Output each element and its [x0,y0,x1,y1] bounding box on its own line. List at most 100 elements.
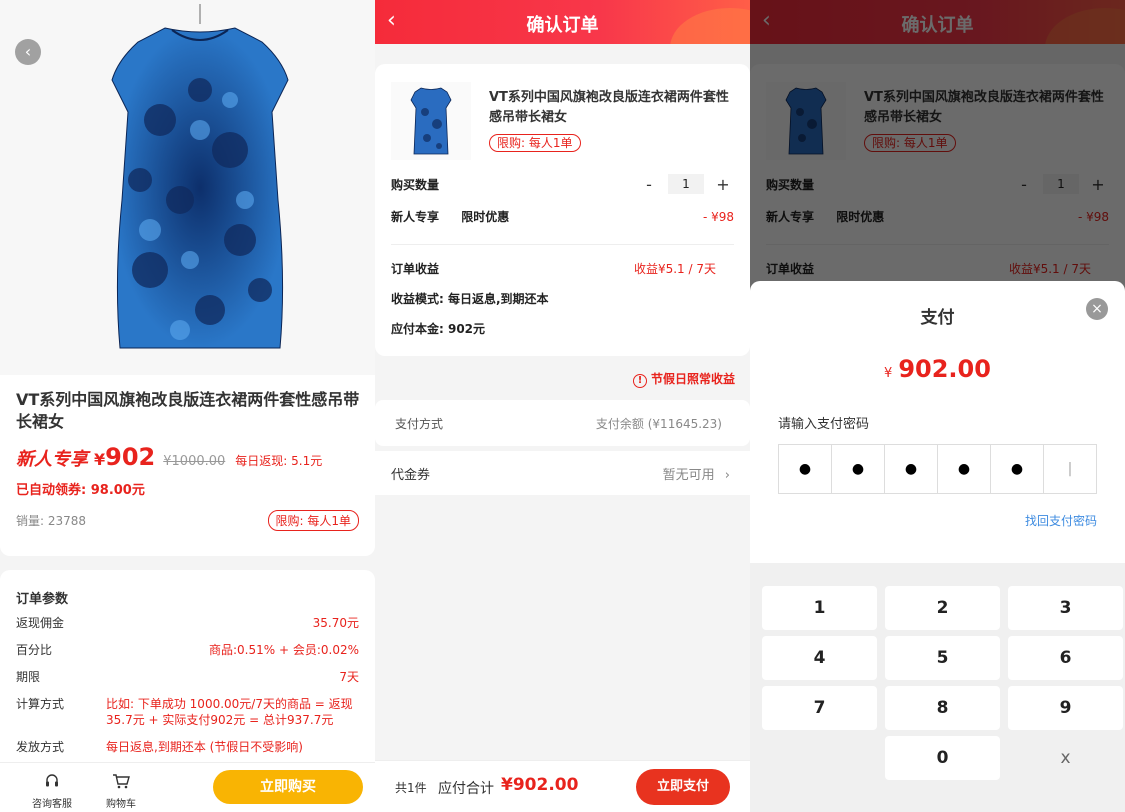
password-digit: ● [885,445,938,493]
income-label: 订单收益 [391,262,440,276]
password-digit: ● [991,445,1044,493]
key-3[interactable]: 3 [1008,586,1123,630]
product-title: VT系列中国风旗袍改良版连衣裙两件套性感吊带长裙女 [489,90,729,125]
daily-return: 每日返现: 5.1元 [235,454,323,468]
param-row: 百分比 商品:0.51% + 会员:0.02% [16,642,359,658]
param-row: 计算方式 比如: 下单成功 1000.00元/7天的商品 = 返现35.7元 +… [16,696,359,728]
principal: 应付本金: 902元 [391,322,486,336]
service-label: 咨询客服 [32,799,72,810]
service-button[interactable]: 咨询客服 [22,773,82,810]
original-price: ¥1000.00 [163,454,226,469]
discount-row: 新人专享 限时优惠 - ¥98 [391,208,734,225]
income-value: 收益¥5.1 / 7天 [633,262,716,276]
key-4[interactable]: 4 [762,636,877,680]
number-keypad: 1 2 3 4 5 6 7 8 9 0 x [750,563,1125,812]
password-digit: ● [779,445,832,493]
param-value: 每日返息,到期还本 (节假日不受影响) [106,740,303,754]
payment-amount: ¥902.00 [750,355,1125,383]
param-label: 百分比 [16,643,53,657]
key-0[interactable]: 0 [885,736,1000,780]
minus-button[interactable]: - [638,175,660,194]
order-card: VT系列中国风旗袍改良版连衣裙两件套性感吊带长裙女 限购: 每人1单 购买数量 … [375,64,750,356]
checkout-bar: 共1件 应付合计 ¥902.00 立即支付 [375,760,750,812]
holiday-note-text: 节假日照常收益 [650,372,735,386]
forgot-password-link[interactable]: 找回支付密码 [950,512,1097,529]
quantity-value[interactable]: 1 [668,174,704,194]
key-6[interactable]: 6 [1008,636,1123,680]
income-row: 订单收益 收益¥5.1 / 7天 [391,260,734,277]
income-mode-row: 收益模式: 每日返息,到期还本 [391,290,734,307]
key-9[interactable]: 9 [1008,686,1123,730]
buy-now-button[interactable]: 立即购买 [213,770,363,804]
sheet-title: 支付 [920,308,955,328]
pay-method-label: 支付方式 [395,416,444,431]
param-row: 返现佣金 35.70元 [16,615,359,631]
param-value: 比如: 下单成功 1000.00元/7天的商品 = 返现35.7元 + 实际支付… [106,697,353,727]
voucher-label: 代金券 [391,467,431,483]
limit-badge: 限购: 每人1单 [489,132,581,152]
key-7[interactable]: 7 [762,686,877,730]
quantity-label: 购买数量 [391,177,440,192]
payment-method-row[interactable]: 支付方式 支付余额 (¥11645.23) [375,400,750,446]
param-value: 35.70元 [312,616,359,630]
price-currency: ¥ [94,450,106,469]
price-value: 902 [105,443,156,471]
password-cursor: | [1067,461,1073,477]
bottom-action-bar: 咨询客服 购物车 立即购买 [0,762,375,812]
discount-label: 新人专享 [391,210,440,224]
param-label: 计算方式 [16,697,65,711]
password-input[interactable]: ● ● ● ● ● | [778,444,1097,494]
password-label: 请输入支付密码 [778,417,870,432]
principal-row: 应付本金: 902元 [391,320,734,337]
page-title: 确认订单 [526,15,599,36]
delete-key[interactable]: x [1008,736,1123,780]
income-mode: 收益模式: 每日返息,到期还本 [391,292,549,306]
product-thumbnail [391,82,471,160]
plus-button[interactable]: + [712,175,734,194]
sales-row: 销量: 23788 限购: 每人1单 [16,510,359,531]
param-value: 7天 [339,670,359,684]
key-1[interactable]: 1 [762,586,877,630]
cart-button[interactable]: 购物车 [91,773,151,810]
param-value: 商品:0.51% + 会员:0.02% [208,643,359,657]
limit-badge: 限购: 每人1单 [267,510,359,531]
password-digit: ● [832,445,885,493]
param-label: 发放方式 [16,740,65,754]
divider [391,244,734,245]
voucher-value-wrap: 暂无可用 › [663,464,730,483]
holiday-note: ! 节假日照常收益 [375,370,735,388]
key-8[interactable]: 8 [885,686,1000,730]
payment-screen: ‹ 确认订单 VT系列中国风旗袍改良版连衣裙两件套性感吊带长裙女 限购: 每人1… [750,0,1125,812]
amount-value: 902.00 [898,355,991,383]
key-2[interactable]: 2 [885,586,1000,630]
pay-method-value: 支付余额 (¥11645.23) [595,416,722,431]
voucher-value: 暂无可用 [662,467,715,483]
headset-icon [22,773,82,793]
price-row: 新人专享 ¥ 902 ¥1000.00 每日返现: 5.1元 [16,443,359,471]
new-user-badge: 新人专享 [16,449,88,470]
product-title: VT系列中国风旗袍改良版连衣裙两件套性感吊带长裙女 [16,390,360,431]
order-params-card: 订单参数 返现佣金 35.70元 百分比 商品:0.51% + 会员:0.02%… [0,570,375,770]
close-icon[interactable]: × [1086,298,1108,320]
param-row: 发放方式 每日返息,到期还本 (节假日不受影响) [16,739,359,755]
dress-photo [111,4,289,349]
limit-badge-label: 限购: 每人1单 [489,134,581,152]
amount-currency: ¥ [884,366,893,381]
param-label: 期限 [16,670,41,684]
total-label: 应付合计 [438,781,494,797]
product-detail-screen: ‹ VT系列中国风旗袍改良版连衣裙两件套性感吊带长裙女 新人专享 ¥ 902 ¥… [0,0,375,812]
chevron-right-icon: › [724,467,730,483]
product-info-card: VT系列中国风旗袍改良版连衣裙两件套性感吊带长裙女 新人专享 ¥ 902 ¥10… [0,375,375,556]
confirm-order-screen: ‹ 确认订单 VT系列中国风旗袍改良版连衣裙两件套性感吊带长裙女 限购: 每人1… [375,0,750,812]
discount-sublabel: 限时优惠 [461,210,510,224]
pay-now-button[interactable]: 立即支付 [636,769,730,805]
back-arrow-icon[interactable]: ‹ [15,39,41,65]
order-params-heading: 订单参数 [16,592,69,607]
voucher-row[interactable]: 代金券 暂无可用 › [375,451,750,495]
product-image: ‹ [0,0,375,375]
discount-value: - ¥98 [702,209,734,224]
key-5[interactable]: 5 [885,636,1000,680]
auto-coupon: 已自动领券: 98.00元 [16,483,145,498]
total-count: 共1件 [395,781,427,795]
cart-label: 购物车 [106,799,136,810]
